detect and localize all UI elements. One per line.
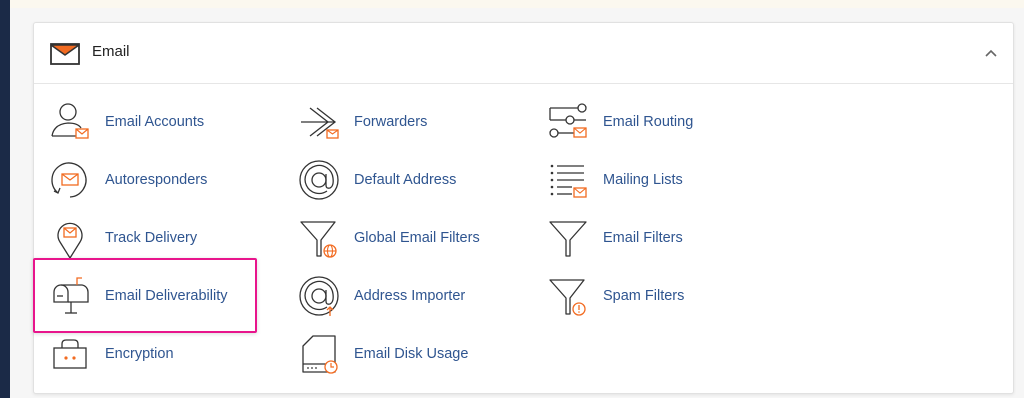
item-label: Email Accounts bbox=[105, 114, 205, 130]
global-email-filters-link[interactable]: Global Email Filters bbox=[297, 215, 527, 261]
autoresponders-link[interactable]: Autoresponders bbox=[48, 157, 278, 203]
email-section-header[interactable]: Email bbox=[34, 23, 1013, 84]
item-label: Global Email Filters bbox=[354, 230, 480, 246]
item-label: Mailing Lists bbox=[603, 172, 683, 188]
item-label: Forwarders bbox=[354, 114, 428, 130]
item-label: Email Routing bbox=[603, 114, 694, 130]
email-accounts-icon bbox=[48, 100, 92, 144]
track-delivery-link[interactable]: Track Delivery bbox=[48, 215, 278, 261]
default-address-icon bbox=[297, 158, 341, 202]
email-routing-icon bbox=[546, 100, 590, 144]
item-label: Autoresponders bbox=[105, 172, 208, 188]
address-importer-link[interactable]: Address Importer bbox=[297, 273, 527, 319]
email-filters-link[interactable]: Email Filters bbox=[546, 215, 776, 261]
forwarders-icon bbox=[297, 100, 341, 144]
email-disk-usage-icon bbox=[297, 332, 341, 376]
item-label: Address Importer bbox=[354, 288, 466, 304]
sidebar-edge bbox=[0, 0, 10, 398]
chevron-up-icon[interactable] bbox=[983, 45, 999, 61]
forwarders-link[interactable]: Forwarders bbox=[297, 99, 527, 145]
email-disk-usage-link[interactable]: Email Disk Usage bbox=[297, 331, 527, 377]
item-label: Email Disk Usage bbox=[354, 346, 469, 362]
email-routing-link[interactable]: Email Routing bbox=[546, 99, 776, 145]
email-filters-icon bbox=[546, 216, 590, 260]
track-delivery-icon bbox=[48, 216, 92, 260]
mailing-lists-link[interactable]: Mailing Lists bbox=[546, 157, 776, 203]
mailing-lists-icon bbox=[546, 158, 590, 202]
highlight-box bbox=[33, 258, 257, 333]
address-importer-icon bbox=[297, 274, 341, 318]
item-label: Default Address bbox=[354, 172, 457, 188]
default-address-link[interactable]: Default Address bbox=[297, 157, 527, 203]
envelope-icon bbox=[50, 43, 80, 65]
encryption-link[interactable]: Encryption bbox=[48, 331, 278, 377]
spam-filters-link[interactable]: Spam Filters bbox=[546, 273, 776, 319]
section-title: Email bbox=[92, 43, 130, 60]
email-accounts-link[interactable]: Email Accounts bbox=[48, 99, 278, 145]
top-background bbox=[10, 0, 1024, 8]
spam-filters-icon bbox=[546, 274, 590, 318]
encryption-icon bbox=[48, 332, 92, 376]
autoresponders-icon bbox=[48, 158, 92, 202]
item-label: Encryption bbox=[105, 346, 174, 362]
global-email-filters-icon bbox=[297, 216, 341, 260]
item-label: Track Delivery bbox=[105, 230, 198, 246]
item-label: Spam Filters bbox=[603, 288, 685, 304]
item-label: Email Filters bbox=[603, 230, 683, 246]
